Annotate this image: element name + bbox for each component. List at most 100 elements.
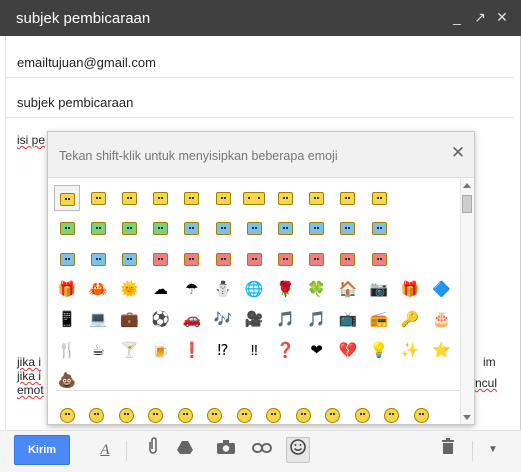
emoji-footer-7[interactable] [261,402,287,428]
emoji-0-6[interactable] [241,185,267,211]
emoji-0-3[interactable] [148,185,174,211]
emoji-4-7[interactable]: 🎵 [272,307,298,333]
emoji-4-9[interactable]: 📺 [335,307,361,333]
emoji-0-9[interactable] [335,185,361,211]
emoji-2-9[interactable] [335,246,361,272]
emoji-footer-8[interactable] [290,402,316,428]
emoji-4-4[interactable]: 🚗 [179,307,205,333]
emoji-0-0[interactable] [54,185,80,211]
emoji-2-10[interactable] [366,246,392,272]
emoji-1-1[interactable] [85,216,111,242]
emoji-2-1[interactable] [85,246,111,272]
emoji-footer-0[interactable] [54,402,80,428]
emoji-5-10[interactable]: 💡 [366,338,392,364]
emoji-4-6[interactable]: 🎥 [241,307,267,333]
emoji-1-8[interactable] [304,216,330,242]
more-options-icon[interactable]: ▼ [481,437,505,463]
emoji-4-10[interactable]: 📻 [366,307,392,333]
emoji-5-11[interactable]: ✨ [397,338,423,364]
emoji-2-5[interactable] [210,246,236,272]
emoji-4-11[interactable]: 🔑 [397,307,423,333]
emoji-footer-11[interactable] [379,402,405,428]
emoji-5-8[interactable]: ❤ [304,338,330,364]
emoji-2-0[interactable] [54,246,80,272]
emoji-icon[interactable] [286,437,310,463]
emoji-1-7[interactable] [272,216,298,242]
emoji-4-3[interactable]: ⚽ [148,307,174,333]
emoji-3-3[interactable]: ☁ [148,277,174,303]
link-icon[interactable] [250,437,274,463]
emoji-footer-12[interactable] [408,402,434,428]
text-format-icon[interactable]: A [93,437,117,463]
scroll-up-icon[interactable] [463,183,471,188]
emoji-1-10[interactable] [366,216,392,242]
emoji-5-4[interactable]: ❗ [179,338,205,364]
scroll-thumb[interactable] [462,195,472,213]
emoji-5-6[interactable]: ‼ [241,338,267,364]
emoji-0-8[interactable] [304,185,330,211]
emoji-5-2[interactable]: 🍸 [116,338,142,364]
drive-icon[interactable] [173,437,197,463]
emoji-3-0[interactable]: 🎁 [54,277,80,303]
emoji-1-5[interactable] [210,216,236,242]
emoji-4-1[interactable]: 💻 [85,307,111,333]
emoji-3-2[interactable]: 🌞 [116,277,142,303]
emoji-0-2[interactable] [116,185,142,211]
emoji-3-1[interactable]: 🦀 [85,277,111,303]
emoji-footer-1[interactable] [84,402,110,428]
emoji-scrollbar[interactable] [460,179,473,424]
emoji-2-6[interactable] [241,246,267,272]
emoji-footer-3[interactable] [143,402,169,428]
popout-icon[interactable]: ↗ [472,9,488,25]
emoji-3-7[interactable]: 🌹 [272,277,298,303]
emoji-footer-5[interactable] [202,402,228,428]
emoji-3-12[interactable]: 🔷 [428,277,454,303]
to-field[interactable]: emailtujuan@gmail.com [6,40,514,78]
emoji-0-7[interactable] [272,185,298,211]
trash-icon[interactable] [436,437,460,463]
emoji-1-4[interactable] [179,216,205,242]
emoji-4-5[interactable]: 🎶 [210,307,236,333]
emoji-4-12[interactable]: 🎂 [428,307,454,333]
emoji-1-3[interactable] [148,216,174,242]
emoji-3-11[interactable]: 🎁 [397,277,423,303]
attach-icon[interactable] [141,437,165,463]
emoji-1-0[interactable] [54,216,80,242]
close-icon[interactable]: ✕ [494,9,510,25]
emoji-1-6[interactable] [241,216,267,242]
emoji-0-5[interactable] [210,185,236,211]
emoji-5-12[interactable]: ⭐ [428,338,454,364]
emoji-2-8[interactable] [304,246,330,272]
emoji-footer-2[interactable] [113,402,139,428]
emoji-footer-4[interactable] [172,402,198,428]
emoji-5-1[interactable]: ☕ [85,338,111,364]
minimize-icon[interactable]: _ [449,9,465,25]
emoji-4-8[interactable]: 🎵 [304,307,330,333]
emoji-3-8[interactable]: 🍀 [304,277,330,303]
emoji-5-3[interactable]: 🍺 [148,338,174,364]
emoji-2-4[interactable] [179,246,205,272]
send-button[interactable]: Kirim [14,435,70,465]
emoji-3-4[interactable]: ☂ [179,277,205,303]
emoji-3-6[interactable]: 🌐 [241,277,267,303]
emoji-1-2[interactable] [116,216,142,242]
camera-icon[interactable] [214,437,238,463]
emoji-footer-6[interactable] [231,402,257,428]
scroll-down-icon[interactable] [463,415,471,420]
subject-field[interactable]: subjek pembicaraan [6,80,514,118]
emoji-2-2[interactable] [116,246,142,272]
emoji-2-3[interactable] [148,246,174,272]
emoji-3-10[interactable]: 📷 [366,277,392,303]
emoji-0-4[interactable] [179,185,205,211]
emoji-1-9[interactable] [335,216,361,242]
picker-close-icon[interactable]: ✕ [450,144,466,161]
emoji-5-7[interactable]: ❓ [272,338,298,364]
emoji-3-5[interactable]: ⛄ [210,277,236,303]
emoji-2-7[interactable] [272,246,298,272]
emoji-0-10[interactable] [366,185,392,211]
emoji-5-9[interactable]: 💔 [335,338,361,364]
emoji-3-9[interactable]: 🏠 [335,277,361,303]
emoji-4-0[interactable]: 📱 [54,307,80,333]
emoji-footer-10[interactable] [349,402,375,428]
compose-title-bar[interactable]: subjek pembicaraan _ ↗ ✕ [0,0,521,36]
